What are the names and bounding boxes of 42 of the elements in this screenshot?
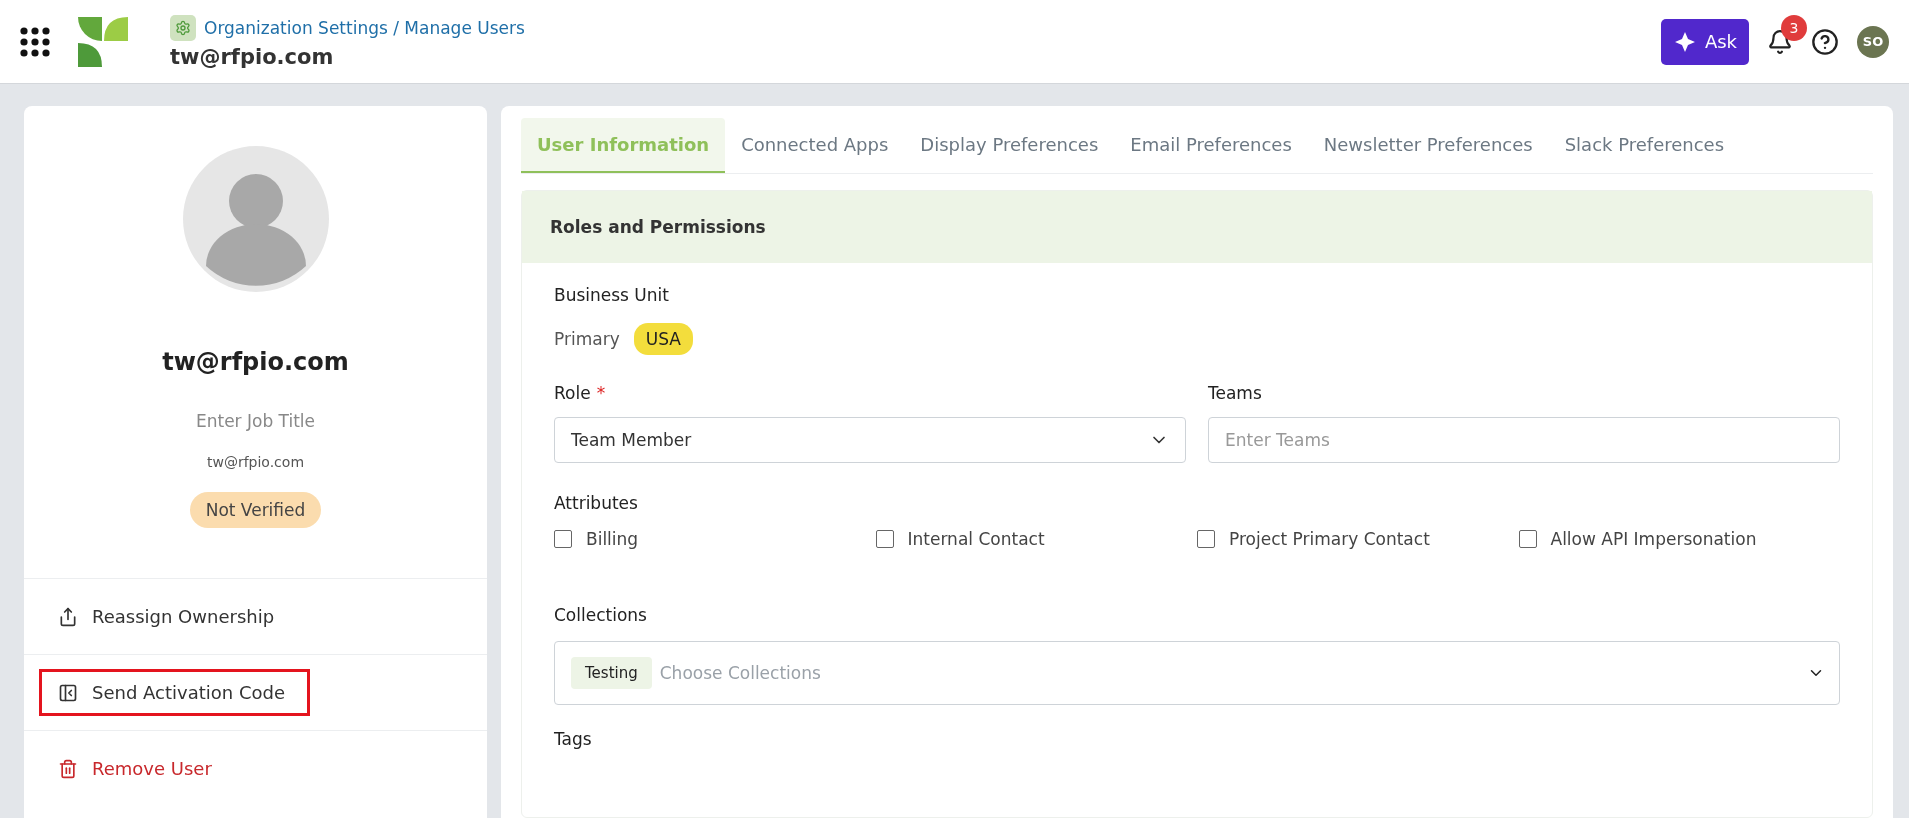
- app-grid-icon[interactable]: [20, 26, 50, 57]
- share-icon: [58, 606, 78, 627]
- page-title: tw@rfpio.com: [170, 44, 335, 69]
- section-header: Roles and Permissions: [522, 191, 1872, 263]
- field-label: Attributes: [554, 493, 639, 513]
- required-mark: *: [596, 383, 606, 403]
- checkbox[interactable]: [554, 530, 572, 548]
- checkbox-label: Project Primary Contact: [1229, 529, 1430, 549]
- checkbox-label: Allow API Impersonation: [1550, 529, 1757, 549]
- notification-count: 3: [1781, 14, 1807, 41]
- user-name: tw@rfpio.com: [162, 348, 349, 376]
- logo-icon[interactable]: [78, 16, 128, 67]
- tab[interactable]: Display Preferences: [904, 118, 1115, 173]
- user-avatar[interactable]: SO: [1857, 25, 1889, 58]
- tab[interactable]: Connected Apps: [725, 118, 905, 173]
- status-badge: Not Verified: [189, 492, 322, 528]
- tab[interactable]: Newsletter Preferences: [1307, 118, 1549, 173]
- checkbox[interactable]: [875, 530, 894, 548]
- settings-icon: [170, 14, 196, 41]
- breadcrumb-link[interactable]: Organization Settings / Manage Users: [204, 17, 525, 38]
- field-label: Collections: [554, 605, 648, 625]
- field-label: Tags: [554, 729, 593, 749]
- field-label: Role: [554, 383, 591, 403]
- checkbox[interactable]: [1518, 530, 1537, 548]
- teams-field[interactable]: Enter Teams: [1208, 417, 1840, 463]
- checkbox-label: Internal Contact: [907, 529, 1045, 549]
- panel-icon: [58, 682, 78, 703]
- tab[interactable]: Email Preferences: [1114, 118, 1308, 173]
- ask-button[interactable]: Ask: [1660, 18, 1749, 65]
- checkbox-label: Billing: [586, 529, 639, 549]
- field-label: Business Unit: [554, 285, 670, 305]
- trash-icon: [58, 758, 78, 779]
- unit-tag: USA: [633, 323, 693, 355]
- role-select[interactable]: Team Member: [554, 417, 1186, 463]
- tab[interactable]: Slack Preferences: [1548, 118, 1741, 173]
- help-icon[interactable]: [1811, 27, 1839, 56]
- checkbox[interactable]: [1197, 530, 1215, 548]
- primary-label: Primary: [554, 329, 620, 349]
- field-label: Teams: [1208, 383, 1263, 403]
- collection-tag: Testing: [571, 657, 652, 689]
- user-email: tw@rfpio.com: [206, 454, 305, 470]
- collections-select[interactable]: Testing Choose Collections: [554, 641, 1840, 705]
